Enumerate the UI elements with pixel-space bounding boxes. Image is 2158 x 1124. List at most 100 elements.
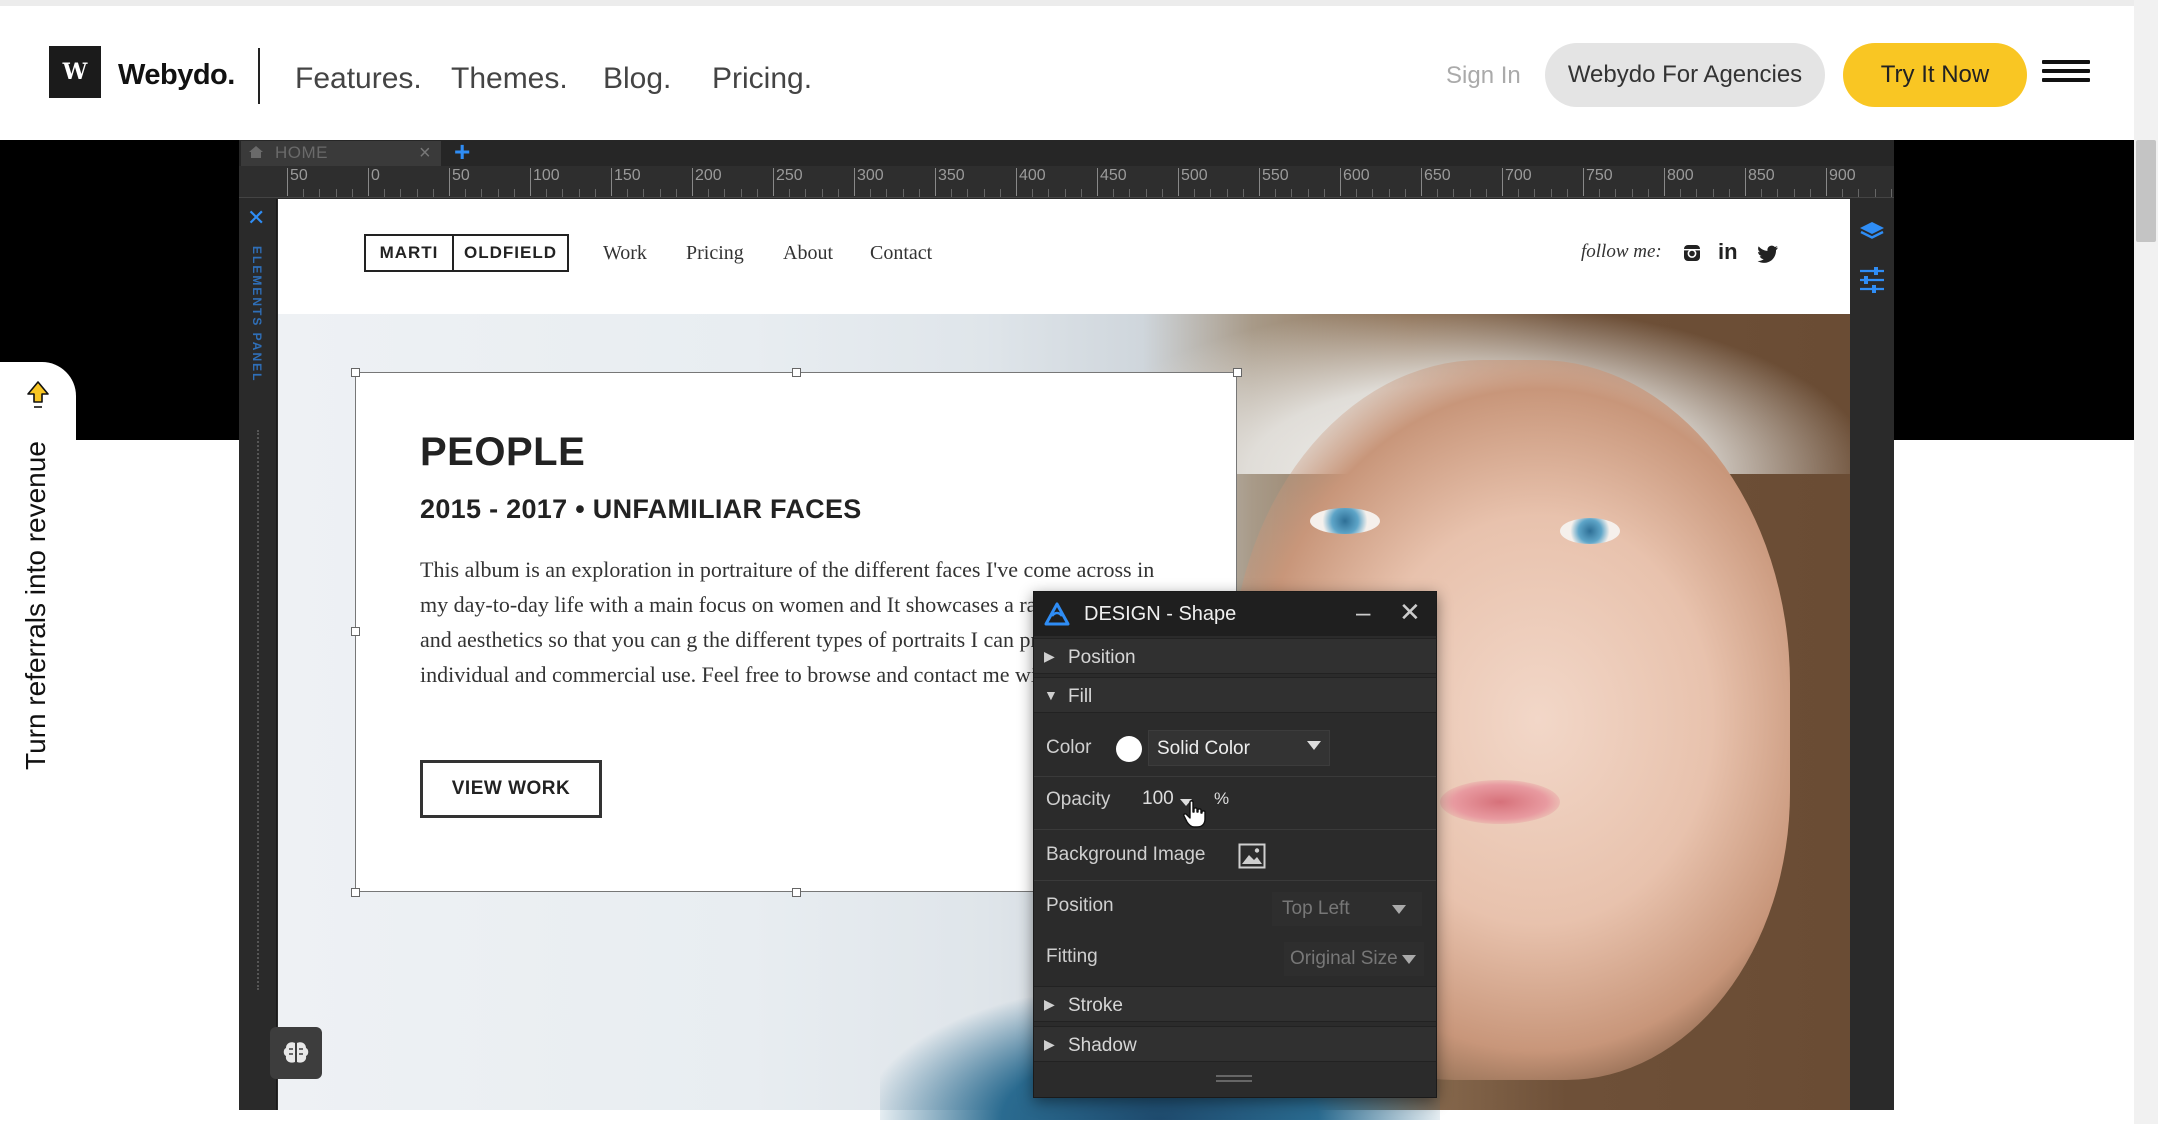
site-header: W Webydo. Features. Themes. Blog. Pricin… bbox=[0, 0, 2134, 140]
ruler-minor-tick bbox=[1809, 189, 1811, 197]
hamburger-menu-icon[interactable] bbox=[2042, 60, 2090, 84]
ruler-minor-tick bbox=[999, 189, 1001, 197]
ruler-label: 350 bbox=[938, 167, 965, 184]
ruler-minor-tick bbox=[384, 189, 386, 197]
section-fill[interactable]: ▼ Fill bbox=[1034, 677, 1436, 713]
image-icon[interactable] bbox=[1238, 843, 1266, 869]
tab-close-icon[interactable]: × bbox=[419, 143, 431, 163]
ruler-minor-tick bbox=[643, 189, 645, 197]
add-page-icon[interactable]: + bbox=[454, 138, 470, 166]
opacity-value: 100 bbox=[1142, 788, 1174, 809]
logo-text[interactable]: Webydo. bbox=[118, 59, 235, 92]
resize-handle[interactable] bbox=[351, 888, 360, 897]
logo-mark[interactable]: W bbox=[49, 46, 101, 98]
caret-right-icon: ▶ bbox=[1044, 1036, 1055, 1052]
ruler-minor-tick bbox=[1518, 189, 1520, 197]
ruler-minor-tick bbox=[303, 189, 305, 197]
sign-in-link[interactable]: Sign In bbox=[1446, 62, 1521, 90]
twitter-icon[interactable] bbox=[1757, 245, 1779, 263]
ruler-major-tick bbox=[1016, 168, 1017, 196]
rail-divider bbox=[257, 430, 259, 990]
site-logo[interactable]: MARTI OLDFIELD bbox=[364, 234, 569, 272]
close-icon[interactable]: ✕ bbox=[1399, 599, 1421, 625]
agencies-button[interactable]: Webydo For Agencies bbox=[1545, 43, 1825, 107]
fitting-select[interactable]: Original Size bbox=[1284, 942, 1424, 976]
site-nav-about[interactable]: About bbox=[783, 242, 833, 265]
site-nav-contact[interactable]: Contact bbox=[870, 242, 932, 265]
ruler-major-tick bbox=[368, 168, 369, 196]
ruler-minor-tick bbox=[546, 189, 548, 197]
page-scroll-thumb[interactable] bbox=[2136, 140, 2156, 242]
section-position[interactable]: ▶ Position bbox=[1034, 638, 1436, 674]
ruler-label: 600 bbox=[1343, 167, 1370, 184]
section-stroke[interactable]: ▶ Stroke bbox=[1034, 986, 1436, 1022]
ruler-minor-tick bbox=[870, 189, 872, 197]
ruler-minor-tick bbox=[724, 189, 726, 197]
resize-grip-icon[interactable] bbox=[1216, 1075, 1252, 1085]
ai-assistant-button[interactable] bbox=[270, 1027, 322, 1079]
ruler-minor-tick bbox=[756, 189, 758, 197]
site-logo-first: MARTI bbox=[366, 236, 454, 270]
opacity-unit: % bbox=[1214, 789, 1230, 808]
sliders-icon[interactable] bbox=[1858, 266, 1886, 294]
ruler-minor-tick bbox=[1890, 189, 1892, 197]
ruler-minor-tick bbox=[1874, 189, 1876, 197]
instagram-icon[interactable] bbox=[1683, 244, 1701, 262]
resize-handle[interactable] bbox=[1233, 368, 1242, 377]
ruler-major-tick bbox=[935, 168, 936, 196]
elements-panel-label[interactable]: ELEMENTS PANEL bbox=[250, 246, 264, 382]
ruler-minor-tick bbox=[1485, 189, 1487, 197]
ruler-minor-tick bbox=[1728, 189, 1730, 197]
referral-text[interactable]: Turn referrals into revenue bbox=[20, 441, 52, 770]
layers-icon[interactable] bbox=[1858, 220, 1886, 244]
divider bbox=[1034, 776, 1436, 777]
linkedin-icon[interactable]: in bbox=[1718, 240, 1738, 264]
ruler-minor-tick bbox=[1566, 189, 1568, 197]
ruler-minor-tick bbox=[821, 189, 823, 197]
bg-position-select[interactable]: Top Left bbox=[1272, 892, 1422, 926]
fitting-value: Original Size bbox=[1290, 948, 1398, 969]
page-tab-home[interactable] bbox=[241, 141, 441, 166]
resize-handle[interactable] bbox=[792, 368, 801, 377]
color-swatch[interactable] bbox=[1116, 736, 1142, 762]
ruler-minor-tick bbox=[335, 189, 337, 197]
ruler-minor-tick bbox=[1777, 189, 1779, 197]
pointer-icon bbox=[27, 381, 49, 408]
caret-right-icon: ▶ bbox=[1044, 648, 1055, 664]
panel-header[interactable]: DESIGN - Shape – ✕ bbox=[1034, 592, 1436, 636]
try-it-now-button[interactable]: Try It Now bbox=[1843, 43, 2027, 107]
fill-type-select[interactable]: Solid Color bbox=[1148, 730, 1330, 766]
section-shadow[interactable]: ▶ Shadow bbox=[1034, 1026, 1436, 1062]
nav-features[interactable]: Features. bbox=[295, 62, 422, 96]
ruler-minor-tick bbox=[1469, 189, 1471, 197]
bg-position-value: Top Left bbox=[1282, 898, 1350, 919]
ruler-minor-tick bbox=[1145, 189, 1147, 197]
ruler-label: 750 bbox=[1586, 167, 1613, 184]
ruler-minor-tick bbox=[497, 189, 499, 197]
ruler-minor-tick bbox=[1129, 189, 1131, 197]
color-label: Color bbox=[1046, 737, 1092, 758]
chevron-down-icon bbox=[1402, 955, 1416, 964]
ruler-label: 50 bbox=[452, 167, 470, 184]
caret-right-icon: ▶ bbox=[1044, 996, 1055, 1012]
ruler-minor-tick bbox=[1437, 189, 1439, 197]
ruler-minor-tick bbox=[1842, 189, 1844, 197]
design-shape-panel[interactable]: DESIGN - Shape – ✕ ▶ Position ▼ Fill Col… bbox=[1033, 591, 1437, 1098]
close-icon[interactable]: ✕ bbox=[247, 207, 265, 229]
ruler-minor-tick bbox=[1793, 189, 1795, 197]
nav-themes[interactable]: Themes. bbox=[451, 62, 568, 96]
site-nav-pricing[interactable]: Pricing bbox=[686, 242, 744, 265]
ruler-major-tick bbox=[1502, 168, 1503, 196]
ruler-minor-tick bbox=[675, 189, 677, 197]
resize-handle[interactable] bbox=[792, 888, 801, 897]
ruler-minor-tick bbox=[351, 189, 353, 197]
minimize-icon[interactable]: – bbox=[1356, 599, 1370, 625]
nav-pricing[interactable]: Pricing. bbox=[712, 62, 812, 96]
brain-icon bbox=[283, 1042, 309, 1063]
resize-handle[interactable] bbox=[351, 627, 360, 636]
ruler-major-tick bbox=[449, 168, 450, 196]
view-work-button[interactable]: VIEW WORK bbox=[420, 760, 602, 818]
resize-handle[interactable] bbox=[351, 368, 360, 377]
site-nav-work[interactable]: Work bbox=[603, 242, 647, 265]
nav-blog[interactable]: Blog. bbox=[603, 62, 671, 96]
